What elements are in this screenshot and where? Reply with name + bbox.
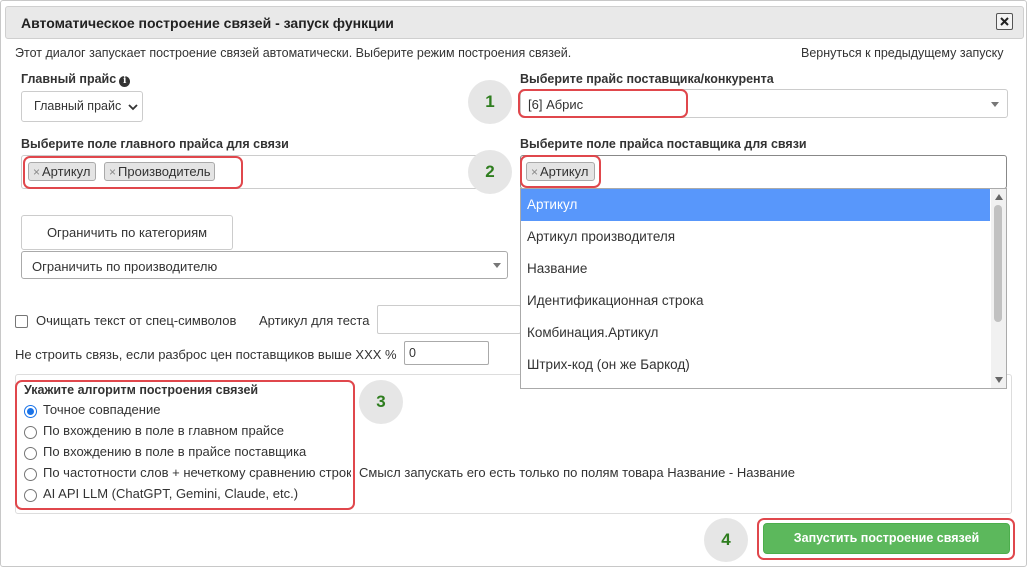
clean-text-checkbox[interactable]: [15, 315, 28, 328]
supplier-price-value: [6] Абрис: [528, 97, 584, 112]
dropdown-option[interactable]: Штрих-код (он же Баркод): [521, 349, 990, 381]
dropdown-scrollbar-thumb[interactable]: [994, 205, 1002, 322]
radio-exact-match-label: Точное совпадение: [43, 402, 161, 417]
radio-fuzzy-frequency-label: По частотности слов + нечеткому сравнени…: [43, 465, 351, 480]
supplier-field-tag[interactable]: × Артикул: [526, 162, 595, 181]
supplier-price-select[interactable]: [6] Абрис: [520, 89, 1008, 118]
dialog: Автоматическое построение связей - запус…: [0, 0, 1027, 567]
dialog-description: Этот диалог запускает построение связей …: [15, 46, 572, 60]
step-3-badge: 3: [359, 380, 403, 424]
chevron-down-icon: [128, 104, 138, 111]
restrict-manufacturer-select[interactable]: Ограничить по производителю: [21, 251, 508, 279]
radio-ai-llm-label: AI API LLM (ChatGPT, Gemini, Claude, etc…: [43, 486, 299, 501]
radio-in-main-field-label: По вхождению в поле в главном прайсе: [43, 423, 284, 438]
supplier-field-dropdown: Артикул Артикул производителя Название И…: [520, 188, 1007, 389]
close-icon: [1000, 17, 1009, 26]
close-button[interactable]: [996, 13, 1013, 30]
dialog-titlebar: Автоматическое построение связей - запус…: [5, 6, 1024, 39]
main-field-label: Выберите поле главного прайса для связи: [21, 137, 289, 151]
radio-ai-llm[interactable]: [24, 489, 37, 502]
tag-label: Производитель: [118, 164, 211, 179]
spread-label: Не строить связь, если разброс цен поста…: [15, 347, 397, 362]
radio-in-main-field[interactable]: [24, 426, 37, 439]
main-field-tag[interactable]: × Производитель: [104, 162, 215, 181]
supplier-field-label: Выберите поле прайса поставщика для связ…: [520, 137, 807, 151]
spread-value: 0: [409, 346, 416, 360]
remove-tag-icon[interactable]: ×: [33, 165, 40, 179]
back-to-previous-link[interactable]: Вернуться к предыдущему запуску: [801, 46, 1004, 60]
scroll-up-icon[interactable]: [995, 194, 1003, 200]
remove-tag-icon[interactable]: ×: [109, 165, 116, 179]
tag-label: Артикул: [540, 164, 589, 179]
algorithm-label: Укажите алгоритм построения связей: [24, 383, 259, 397]
restrict-categories-button[interactable]: Ограничить по категориям: [21, 215, 233, 250]
caret-down-icon: [493, 263, 501, 268]
supplier-price-label: Выберите прайс поставщика/конкурента: [520, 72, 774, 86]
spread-input[interactable]: 0: [404, 341, 489, 365]
scroll-down-icon[interactable]: [995, 377, 1003, 383]
step-2-badge: 2: [468, 150, 512, 194]
main-field-tag[interactable]: × Артикул: [28, 162, 96, 181]
radio-fuzzy-frequency[interactable]: [24, 468, 37, 481]
run-linking-button[interactable]: Запустить построение связей: [763, 523, 1010, 554]
step-1-badge: 1: [468, 80, 512, 124]
main-price-label: Главный прайс i: [21, 72, 131, 87]
restrict-manufacturer-value: Ограничить по производителю: [32, 259, 218, 274]
clean-text-label: Очищать текст от спец-символов: [36, 313, 237, 328]
radio-in-supplier-field-label: По вхождению в поле в прайсе поставщика: [43, 444, 307, 459]
dropdown-option[interactable]: Комбинация.Артикул: [521, 317, 990, 349]
dropdown-option[interactable]: Идентификационная строка: [521, 285, 990, 317]
main-price-select[interactable]: Главный прайс: [21, 91, 143, 122]
dropdown-option[interactable]: Артикул: [521, 189, 990, 221]
radio-in-supplier-field[interactable]: [24, 447, 37, 460]
test-article-label: Артикул для теста: [259, 313, 370, 328]
dialog-title: Автоматическое построение связей - запус…: [21, 15, 394, 31]
info-icon[interactable]: i: [119, 76, 131, 87]
fuzzy-note: Смысл запускать его есть только по полям…: [359, 465, 795, 480]
test-article-input[interactable]: [377, 305, 521, 334]
caret-down-icon: [991, 102, 999, 107]
remove-tag-icon[interactable]: ×: [531, 165, 538, 179]
step-4-badge: 4: [704, 518, 748, 562]
dropdown-option[interactable]: Артикул производителя: [521, 221, 990, 253]
main-price-value: Главный прайс: [34, 99, 122, 113]
dropdown-option[interactable]: Название: [521, 253, 990, 285]
tag-label: Артикул: [42, 164, 91, 179]
radio-exact-match[interactable]: [24, 405, 37, 418]
